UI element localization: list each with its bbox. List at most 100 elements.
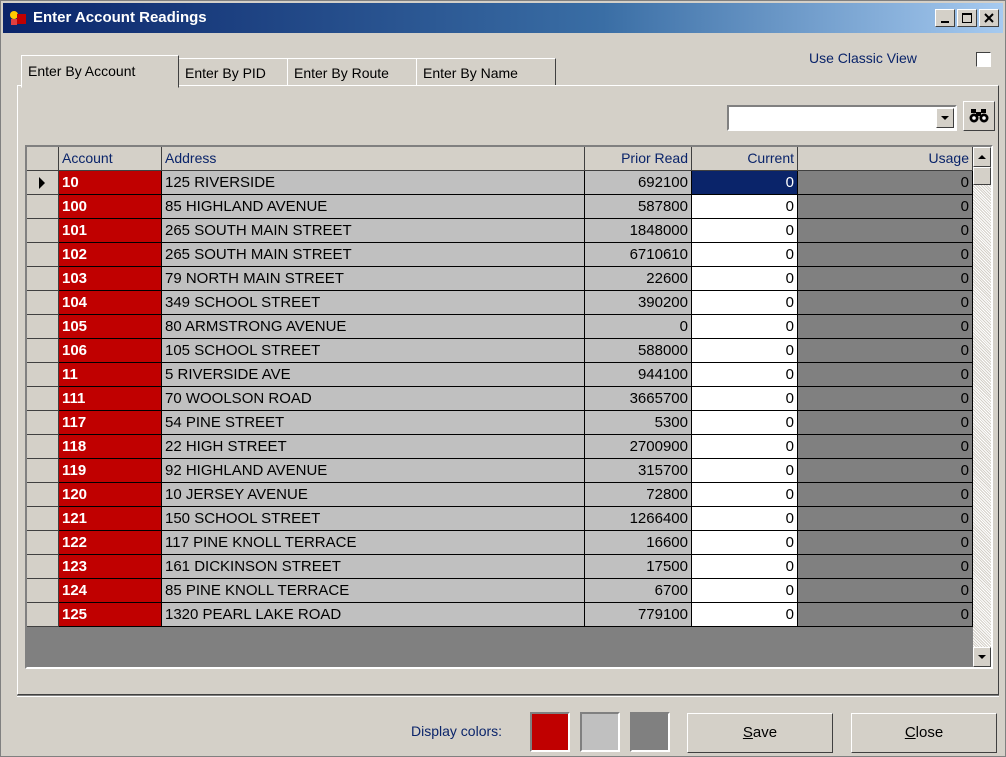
table-row[interactable]: 121 150 SCHOOL STREET 1266400 0 0 bbox=[27, 507, 973, 531]
table-row[interactable]: 10 125 RIVERSIDE 692100 0 0 bbox=[27, 171, 973, 195]
combo-dropdown-button[interactable] bbox=[936, 108, 954, 128]
usage-cell[interactable]: 0 bbox=[798, 315, 973, 339]
account-cell[interactable]: 121 bbox=[59, 507, 162, 531]
usage-cell[interactable]: 0 bbox=[798, 531, 973, 555]
grid-vertical-scrollbar[interactable] bbox=[973, 147, 991, 667]
prior-read-cell[interactable]: 944100 bbox=[585, 363, 692, 387]
usage-cell[interactable]: 0 bbox=[798, 411, 973, 435]
address-cell[interactable]: 150 SCHOOL STREET bbox=[162, 507, 585, 531]
tab-enter-by-route[interactable]: Enter By Route bbox=[287, 58, 417, 86]
usage-cell[interactable]: 0 bbox=[798, 171, 973, 195]
row-selector[interactable] bbox=[27, 483, 59, 507]
current-read-cell[interactable]: 0 bbox=[692, 219, 798, 243]
account-cell[interactable]: 102 bbox=[59, 243, 162, 267]
address-cell[interactable]: 265 SOUTH MAIN STREET bbox=[162, 243, 585, 267]
find-button[interactable] bbox=[963, 101, 995, 131]
current-read-cell[interactable]: 0 bbox=[692, 603, 798, 627]
address-cell[interactable]: 79 NORTH MAIN STREET bbox=[162, 267, 585, 291]
table-row[interactable]: 119 92 HIGHLAND AVENUE 315700 0 0 bbox=[27, 459, 973, 483]
search-combo[interactable] bbox=[727, 105, 957, 131]
close-window-button[interactable] bbox=[979, 9, 999, 27]
table-row[interactable]: 117 54 PINE STREET 5300 0 0 bbox=[27, 411, 973, 435]
prior-read-cell[interactable]: 72800 bbox=[585, 483, 692, 507]
prior-read-cell[interactable]: 2700900 bbox=[585, 435, 692, 459]
scroll-up-button[interactable] bbox=[973, 147, 991, 167]
usage-cell[interactable]: 0 bbox=[798, 555, 973, 579]
address-cell[interactable]: 1320 PEARL LAKE ROAD bbox=[162, 603, 585, 627]
address-cell[interactable]: 22 HIGH STREET bbox=[162, 435, 585, 459]
prior-read-cell[interactable]: 588000 bbox=[585, 339, 692, 363]
usage-cell[interactable]: 0 bbox=[798, 219, 973, 243]
table-row[interactable]: 106 105 SCHOOL STREET 588000 0 0 bbox=[27, 339, 973, 363]
row-selector[interactable] bbox=[27, 507, 59, 531]
row-selector[interactable] bbox=[27, 531, 59, 555]
usage-cell[interactable]: 0 bbox=[798, 459, 973, 483]
usage-cell[interactable]: 0 bbox=[798, 363, 973, 387]
row-selector[interactable] bbox=[27, 219, 59, 243]
prior-read-cell[interactable]: 390200 bbox=[585, 291, 692, 315]
row-selector[interactable] bbox=[27, 363, 59, 387]
current-read-cell[interactable]: 0 bbox=[692, 363, 798, 387]
account-cell[interactable]: 101 bbox=[59, 219, 162, 243]
address-cell[interactable]: 85 PINE KNOLL TERRACE bbox=[162, 579, 585, 603]
color-swatch-account[interactable] bbox=[530, 712, 570, 752]
color-swatch-usage[interactable] bbox=[630, 712, 670, 752]
usage-cell[interactable]: 0 bbox=[798, 603, 973, 627]
table-row[interactable]: 103 79 NORTH MAIN STREET 22600 0 0 bbox=[27, 267, 973, 291]
current-read-cell[interactable]: 0 bbox=[692, 171, 798, 195]
account-cell[interactable]: 117 bbox=[59, 411, 162, 435]
account-cell[interactable]: 125 bbox=[59, 603, 162, 627]
account-cell[interactable]: 104 bbox=[59, 291, 162, 315]
prior-read-cell[interactable]: 6710610 bbox=[585, 243, 692, 267]
current-read-cell[interactable]: 0 bbox=[692, 555, 798, 579]
row-selector[interactable] bbox=[27, 435, 59, 459]
address-cell[interactable]: 5 RIVERSIDE AVE bbox=[162, 363, 585, 387]
maximize-button[interactable] bbox=[957, 9, 977, 27]
table-row[interactable]: 11 5 RIVERSIDE AVE 944100 0 0 bbox=[27, 363, 973, 387]
usage-cell[interactable]: 0 bbox=[798, 195, 973, 219]
address-cell[interactable]: 80 ARMSTRONG AVENUE bbox=[162, 315, 585, 339]
account-cell[interactable]: 124 bbox=[59, 579, 162, 603]
usage-cell[interactable]: 0 bbox=[798, 291, 973, 315]
usage-cell[interactable]: 0 bbox=[798, 579, 973, 603]
current-read-cell[interactable]: 0 bbox=[692, 531, 798, 555]
save-button[interactable]: Save bbox=[687, 713, 833, 753]
current-read-cell[interactable]: 0 bbox=[692, 387, 798, 411]
column-header-usage[interactable]: Usage bbox=[798, 147, 973, 171]
table-row[interactable]: 102 265 SOUTH MAIN STREET 6710610 0 0 bbox=[27, 243, 973, 267]
column-header-current[interactable]: Current bbox=[692, 147, 798, 171]
prior-read-cell[interactable]: 6700 bbox=[585, 579, 692, 603]
prior-read-cell[interactable]: 22600 bbox=[585, 267, 692, 291]
current-read-cell[interactable]: 0 bbox=[692, 483, 798, 507]
classic-view-checkbox[interactable] bbox=[976, 52, 991, 67]
table-row[interactable]: 122 117 PINE KNOLL TERRACE 16600 0 0 bbox=[27, 531, 973, 555]
row-selector[interactable] bbox=[27, 555, 59, 579]
table-row[interactable]: 118 22 HIGH STREET 2700900 0 0 bbox=[27, 435, 973, 459]
column-header-account[interactable]: Account bbox=[59, 147, 162, 171]
account-cell[interactable]: 103 bbox=[59, 267, 162, 291]
row-selector[interactable] bbox=[27, 339, 59, 363]
row-selector[interactable] bbox=[27, 459, 59, 483]
current-read-cell[interactable]: 0 bbox=[692, 291, 798, 315]
account-cell[interactable]: 105 bbox=[59, 315, 162, 339]
usage-cell[interactable]: 0 bbox=[798, 507, 973, 531]
table-row[interactable]: 124 85 PINE KNOLL TERRACE 6700 0 0 bbox=[27, 579, 973, 603]
address-cell[interactable]: 105 SCHOOL STREET bbox=[162, 339, 585, 363]
address-cell[interactable]: 161 DICKINSON STREET bbox=[162, 555, 585, 579]
prior-read-cell[interactable]: 3665700 bbox=[585, 387, 692, 411]
prior-read-cell[interactable]: 1266400 bbox=[585, 507, 692, 531]
address-cell[interactable]: 125 RIVERSIDE bbox=[162, 171, 585, 195]
current-read-cell[interactable]: 0 bbox=[692, 579, 798, 603]
table-row[interactable]: 125 1320 PEARL LAKE ROAD 779100 0 0 bbox=[27, 603, 973, 627]
account-cell[interactable]: 106 bbox=[59, 339, 162, 363]
usage-cell[interactable]: 0 bbox=[798, 483, 973, 507]
table-row[interactable]: 105 80 ARMSTRONG AVENUE 0 0 0 bbox=[27, 315, 973, 339]
title-bar[interactable]: Enter Account Readings bbox=[3, 3, 1003, 33]
account-cell[interactable]: 123 bbox=[59, 555, 162, 579]
prior-read-cell[interactable]: 315700 bbox=[585, 459, 692, 483]
row-selector[interactable] bbox=[27, 195, 59, 219]
account-cell[interactable]: 118 bbox=[59, 435, 162, 459]
current-read-cell[interactable]: 0 bbox=[692, 267, 798, 291]
current-read-cell[interactable]: 0 bbox=[692, 459, 798, 483]
prior-read-cell[interactable]: 0 bbox=[585, 315, 692, 339]
